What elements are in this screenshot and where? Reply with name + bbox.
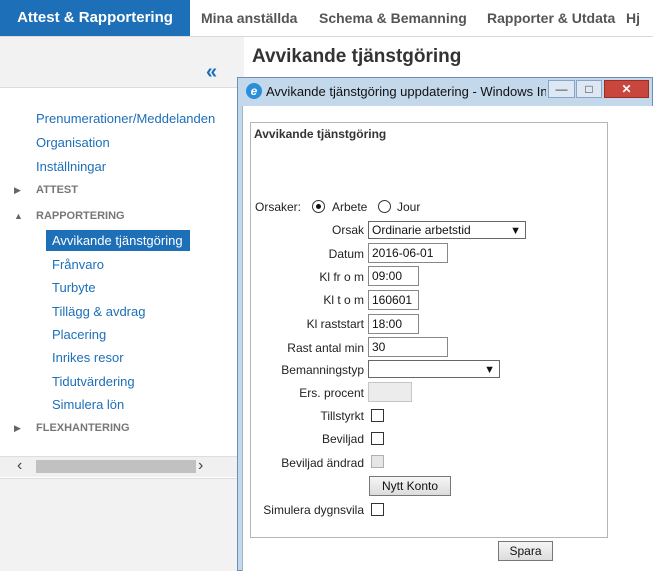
kl-tom-field[interactable]: 160601 bbox=[368, 290, 419, 310]
expand-arrow-icon[interactable]: ▶ bbox=[14, 185, 21, 196]
radio-jour[interactable] bbox=[378, 200, 391, 213]
form-header: Avvikande tjänstgöring bbox=[254, 127, 387, 141]
sidebar-item-inrikes-resor[interactable]: Inrikes resor bbox=[52, 350, 124, 365]
orsak-value: Ordinarie arbetstid bbox=[372, 223, 471, 237]
sidebar-item-installningar[interactable]: Inställningar bbox=[36, 159, 106, 174]
kl-tom-label: Kl t o m bbox=[323, 293, 364, 307]
chevron-down-icon: ▼ bbox=[484, 364, 495, 376]
collapse-arrow-icon[interactable]: ▲ bbox=[14, 211, 23, 221]
sidebar-item-simulera-lon[interactable]: Simulera lön bbox=[52, 397, 124, 412]
scroll-left-icon[interactable]: ‹ bbox=[17, 456, 22, 476]
tab-rapporter-utdata[interactable]: Rapporter & Utdata bbox=[487, 0, 615, 36]
ers-procent-label: Ers. procent bbox=[299, 386, 364, 400]
sidebar-item-organisation[interactable]: Organisation bbox=[36, 135, 110, 150]
sidebar-item-avvikande-tjanstgoring[interactable]: Avvikande tjänstgöring bbox=[46, 230, 190, 251]
simulera-dygnsvila-label: Simulera dygnsvila bbox=[263, 503, 364, 517]
collapse-sidebar-icon[interactable]: « bbox=[206, 62, 217, 82]
bemanningstyp-label: Bemanningstyp bbox=[281, 363, 364, 377]
scrollbar-thumb[interactable] bbox=[36, 460, 196, 473]
kl-from-label: Kl fr o m bbox=[319, 270, 364, 284]
chevron-down-icon: ▼ bbox=[510, 225, 521, 237]
datum-label: Datum bbox=[328, 247, 364, 261]
beviljad-checkbox[interactable] bbox=[371, 432, 384, 445]
sidebar-section-attest[interactable]: ATTEST bbox=[36, 184, 78, 196]
sidebar-item-prenumerationer[interactable]: Prenumerationer/Meddelanden bbox=[36, 111, 215, 126]
datum-field[interactable]: 2016-06-01 bbox=[368, 243, 448, 263]
close-button[interactable]: ✕ bbox=[604, 80, 649, 98]
tillstyrkt-label: Tillstyrkt bbox=[320, 409, 364, 423]
sidebar-item-tillagg-avdrag[interactable]: Tillägg & avdrag bbox=[52, 304, 145, 319]
tab-schema-bemanning[interactable]: Schema & Bemanning bbox=[319, 0, 467, 36]
sidebar-item-turbyte[interactable]: Turbyte bbox=[52, 280, 96, 295]
beviljad-andrad-checkbox bbox=[371, 455, 384, 468]
expand-arrow-icon[interactable]: ▶ bbox=[14, 423, 21, 434]
nytt-konto-button[interactable]: Nytt Konto bbox=[369, 476, 451, 496]
scroll-right-icon[interactable]: › bbox=[198, 456, 203, 476]
rast-antal-min-label: Rast antal min bbox=[287, 341, 364, 355]
simulera-dygnsvila-checkbox[interactable] bbox=[371, 503, 384, 516]
maximize-button[interactable]: □ bbox=[576, 80, 602, 98]
beviljad-andrad-label: Beviljad ändrad bbox=[281, 456, 364, 470]
minimize-button[interactable]: — bbox=[548, 80, 575, 98]
radio-arbete-label: Arbete bbox=[332, 200, 368, 214]
ers-procent-field bbox=[368, 382, 412, 402]
spara-button[interactable]: Spara bbox=[498, 541, 553, 561]
bemanningstyp-select[interactable]: ▼ bbox=[368, 360, 500, 378]
modal-title: Avvikande tjänstgöring uppdatering - Win… bbox=[266, 84, 546, 99]
orsaker-label: Orsaker: bbox=[255, 200, 302, 214]
sidebar-item-tidutvardering[interactable]: Tidutvärdering bbox=[52, 374, 135, 389]
tillstyrkt-checkbox[interactable] bbox=[371, 409, 384, 422]
tab-mina-anstallda[interactable]: Mina anställda bbox=[201, 0, 297, 36]
rast-antal-min-field[interactable]: 30 bbox=[368, 337, 448, 357]
page-title: Avvikande tjänstgöring bbox=[252, 46, 462, 67]
tab-help[interactable]: Hj bbox=[626, 0, 640, 36]
tab-attest-rapportering[interactable]: Attest & Rapportering bbox=[0, 0, 190, 36]
sidebar-item-placering[interactable]: Placering bbox=[52, 327, 106, 342]
sidebar-section-rapportering[interactable]: RAPPORTERING bbox=[36, 210, 125, 222]
kl-raststart-label: Kl raststart bbox=[306, 317, 364, 331]
kl-raststart-field[interactable]: 18:00 bbox=[368, 314, 419, 334]
beviljad-label: Beviljad bbox=[321, 432, 364, 446]
orsak-label: Orsak bbox=[331, 223, 364, 237]
sidebar-item-franvaro[interactable]: Frånvaro bbox=[52, 257, 104, 272]
sidebar-section-flexhantering[interactable]: FLEXHANTERING bbox=[36, 422, 130, 434]
orsak-select[interactable]: Ordinarie arbetstid ▼ bbox=[368, 221, 526, 239]
internet-explorer-icon: e bbox=[246, 83, 262, 99]
radio-jour-label: Jour bbox=[397, 200, 421, 214]
kl-from-field[interactable]: 09:00 bbox=[368, 266, 419, 286]
radio-arbete[interactable] bbox=[312, 200, 325, 213]
